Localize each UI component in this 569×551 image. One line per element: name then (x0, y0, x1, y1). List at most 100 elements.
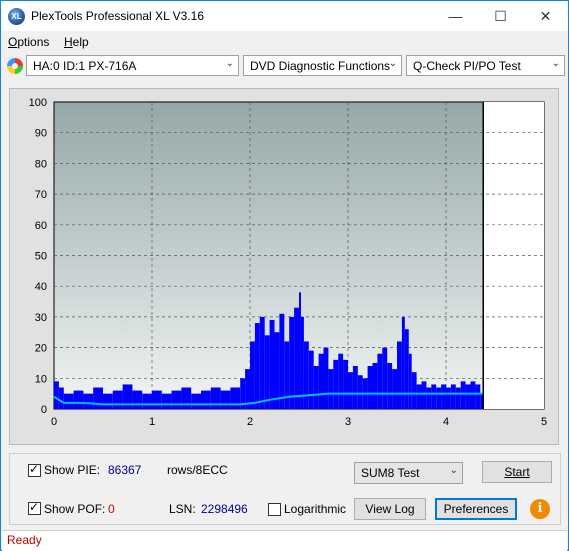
sum-test-select[interactable]: SUM8 Test ⌄ (354, 462, 463, 484)
pie-bar (289, 316, 295, 409)
pie-bar (254, 323, 260, 409)
pie-value: 86367 (108, 463, 142, 477)
y-tick-label: 20 (35, 343, 47, 355)
pie-bar (103, 393, 113, 409)
pie-bar (259, 316, 265, 409)
pie-bar (460, 381, 466, 409)
y-tick-label: 90 (35, 128, 47, 140)
menu-bar: Options Help (1, 32, 568, 52)
y-tick-label: 70 (35, 189, 47, 201)
disc-icon (7, 58, 23, 74)
pie-bar (421, 381, 427, 409)
y-tick-label: 60 (35, 220, 47, 232)
y-tick-label: 100 (29, 97, 47, 109)
sum-test-select-value: SUM8 Test (361, 466, 420, 480)
close-button[interactable]: ✕ (523, 1, 568, 31)
pie-bar (63, 393, 74, 409)
start-button-label: Start (504, 465, 530, 479)
pie-bar (152, 390, 162, 409)
pie-bar (357, 375, 363, 409)
chart-panel: 100 90 80 70 60 50 40 30 20 10 0 0 1 2 3 4 5 (9, 88, 559, 445)
lsn-value: 2298496 (201, 502, 248, 516)
pie-bar (112, 390, 123, 409)
pie-bar (171, 390, 182, 409)
pie-bar (446, 387, 451, 409)
pie-bar (455, 387, 461, 409)
menu-options-accelerator: O (8, 35, 18, 49)
chevron-down-icon: ⌄ (551, 58, 560, 69)
show-pof-label: Show POF: (44, 502, 106, 516)
y-tick-label: 0 (41, 404, 47, 416)
title-bar: XL PlexTools Professional XL V3.16 — ☐ ✕ (1, 1, 568, 31)
pie-bar (269, 319, 275, 409)
pie-bar (230, 387, 241, 409)
show-pof-checkbox[interactable] (28, 500, 41, 515)
pie-bar (465, 384, 471, 409)
pie-bar (279, 313, 285, 409)
pie-bar (470, 381, 476, 409)
pie-bar (318, 353, 324, 409)
pie-bar (367, 366, 373, 409)
show-pie-label: Show PIE: (44, 463, 101, 477)
rows-label: rows/8ECC (167, 463, 228, 477)
x-tick-label: 4 (443, 416, 449, 428)
main-window: XL PlexTools Professional XL V3.16 — ☐ ✕… (0, 0, 569, 551)
pie-bar (372, 362, 378, 409)
start-button[interactable]: Start (482, 461, 552, 483)
drive-select-value: HA:0 ID:1 PX-716A (33, 59, 137, 73)
pie-bar (404, 329, 409, 409)
view-log-label: View Log (365, 502, 415, 516)
pie-bar (308, 350, 314, 409)
pie-bar (392, 369, 397, 409)
pie-bar (210, 387, 221, 409)
pie-bar (73, 390, 84, 409)
pie-bar (132, 390, 143, 409)
pie-bar (450, 384, 456, 409)
preferences-button[interactable]: Preferences (435, 498, 517, 520)
pie-bar (83, 393, 94, 409)
y-tick-label: 10 (35, 373, 47, 385)
pof-value: 0 (108, 502, 115, 516)
logarithmic-checkbox[interactable] (268, 503, 281, 516)
pie-bar (220, 390, 231, 409)
pie-bar (313, 366, 319, 409)
drive-select[interactable]: HA:0 ID:1 PX-716A ⌄ (26, 55, 239, 76)
pie-bar (250, 341, 255, 409)
logarithmic-label: Logarithmic (284, 502, 347, 516)
pie-bar (352, 366, 358, 409)
pie-bar (431, 384, 437, 409)
info-icon[interactable]: i (530, 499, 550, 519)
pie-bar (161, 393, 172, 409)
pie-bar (343, 359, 348, 409)
pie-bar (387, 362, 393, 409)
menu-options-label: ptions (17, 35, 50, 49)
status-bar: Ready (2, 530, 567, 551)
status-text: Ready (7, 533, 42, 547)
x-tick-label: 2 (247, 416, 253, 428)
pie-bar (397, 341, 402, 409)
minimize-button[interactable]: — (433, 1, 478, 31)
test-select[interactable]: Q-Check PI/PO Test ⌄ (406, 55, 565, 76)
x-tick-label: 1 (149, 416, 155, 428)
menu-help-label: elp (72, 35, 89, 49)
pie-bar (377, 353, 383, 409)
function-select[interactable]: DVD Diagnostic Functions ⌄ (243, 55, 402, 76)
pie-bar (93, 387, 103, 409)
lsn-label: LSN: (169, 502, 196, 516)
chevron-down-icon: ⌄ (449, 465, 458, 476)
show-pie-checkbox[interactable] (28, 462, 41, 477)
menu-help[interactable]: Help (64, 35, 89, 49)
pie-bar (441, 384, 446, 409)
maximize-button[interactable]: ☐ (478, 1, 523, 31)
window-title: PlexTools Professional XL V3.16 (31, 9, 204, 23)
pie-bar (284, 341, 290, 409)
y-tick-label: 40 (35, 281, 47, 293)
function-select-value: DVD Diagnostic Functions (250, 59, 391, 73)
view-log-button[interactable]: View Log (354, 498, 426, 520)
x-tick-label: 0 (51, 416, 57, 428)
menu-options[interactable]: Options (8, 35, 49, 49)
pie-bar (416, 384, 422, 409)
pie-bar (436, 387, 442, 409)
preferences-label: Preferences (443, 502, 509, 516)
pie-bar (303, 341, 309, 409)
